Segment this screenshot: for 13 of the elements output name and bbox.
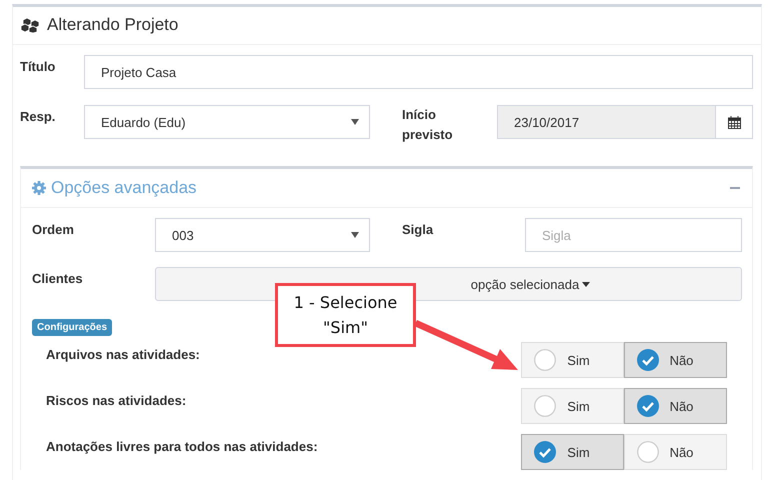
field-label: Resp. xyxy=(20,108,56,126)
section-badge: Configurações xyxy=(32,319,112,336)
callout-tooltip: 1 - Selecione "Sim" xyxy=(275,283,416,347)
section-title: Opções avançadas xyxy=(51,178,198,198)
field-label: Ordem xyxy=(32,221,75,239)
setting-label: Arquivos nas atividades: xyxy=(46,346,200,362)
field-label: Início previsto xyxy=(402,106,454,144)
panel-title: Alterando Projeto xyxy=(47,15,178,35)
setting-label: Anotações livres para todos nas atividades: xyxy=(46,438,318,454)
setting-label: Riscos nas atividades: xyxy=(46,392,186,408)
field-label: Sigla xyxy=(402,221,434,239)
field-label: Título xyxy=(20,58,56,76)
field-label: Clientes xyxy=(32,270,84,288)
